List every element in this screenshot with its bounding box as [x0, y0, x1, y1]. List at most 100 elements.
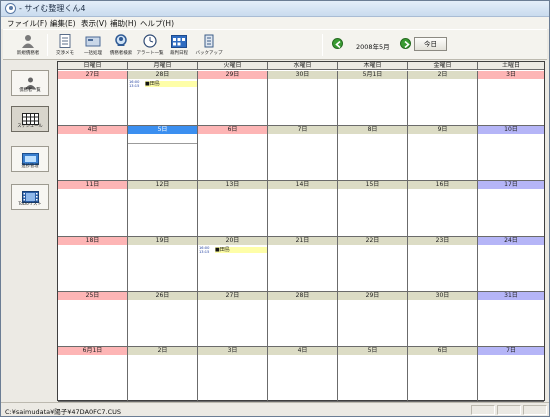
- person-icon: [20, 33, 36, 48]
- weekday-label: 火曜日: [197, 62, 267, 70]
- calendar-date-label: 3日: [198, 347, 267, 355]
- calendar-day-cell[interactable]: 29日: [197, 71, 267, 127]
- calendar-day-cell[interactable]: 2日: [127, 347, 197, 403]
- weekday-header: 日曜日 月曜日 火曜日 水曜日 木曜日 金曜日 土曜日: [58, 62, 544, 70]
- schedule-event[interactable]: 16:00 13:15 ■田島: [198, 246, 267, 254]
- prev-month-button[interactable]: [332, 38, 343, 49]
- event-name: ■田島: [145, 81, 197, 87]
- schedule-event[interactable]: 16:00 13:15 ■田島: [128, 80, 197, 88]
- calendar-day-cell[interactable]: 30日: [267, 71, 337, 127]
- calendar-date-label: 19日: [128, 236, 197, 245]
- title-bar[interactable]: - サイむ整理くん4: [1, 1, 549, 17]
- calendar-day-cell[interactable]: 5月1日: [337, 71, 407, 127]
- weekday-label: 土曜日: [477, 62, 544, 70]
- next-month-button[interactable]: [400, 38, 411, 49]
- app-icon: [5, 3, 16, 14]
- weekday-label: 水曜日: [267, 62, 337, 70]
- calendar-day-cell[interactable]: 14日: [267, 181, 337, 237]
- progress-icon: [22, 150, 39, 165]
- calendar-day-cell[interactable]: 3日: [477, 71, 544, 127]
- calendar-day-cell[interactable]: 15日: [337, 181, 407, 237]
- menu-assist[interactable]: 補助(H): [110, 18, 137, 29]
- calendar-day-cell[interactable]: 8日: [337, 126, 407, 182]
- calendar-date-label: 9日: [408, 126, 477, 135]
- side-schedule-label: スケジュール: [17, 124, 43, 129]
- calendar-day-cell[interactable]: 26日: [127, 291, 197, 347]
- clock-icon: [142, 33, 158, 48]
- calendar-day-cell[interactable]: 3日: [197, 347, 267, 403]
- calendar-day-cell[interactable]: 5日: [337, 347, 407, 403]
- calendar-day-cell[interactable]: 10日: [477, 126, 544, 182]
- calendar-day-cell[interactable]: 18日: [58, 236, 127, 292]
- today-button[interactable]: 今日: [414, 37, 447, 51]
- calendar-day-cell[interactable]: 24日: [477, 236, 544, 292]
- calendar-day-cell[interactable]: 6日: [407, 347, 477, 403]
- calendar-day-cell[interactable]: 4日: [267, 347, 337, 403]
- backup-label: バックアップ: [195, 51, 223, 56]
- menu-file[interactable]: ファイル(F): [7, 18, 47, 29]
- calendar-date-label: 28日: [268, 291, 337, 300]
- calendar-day-cell[interactable]: 5日: [127, 126, 197, 182]
- calendar-day-cell[interactable]: 22日: [337, 236, 407, 292]
- toolbar-separator: [322, 34, 323, 56]
- calendar-day-cell[interactable]: 30日: [407, 291, 477, 347]
- backup-button[interactable]: バックアップ: [194, 31, 224, 59]
- calendar-day-cell[interactable]: 12日: [127, 181, 197, 237]
- calendar-date-label: 12日: [128, 181, 197, 190]
- calendar-day-cell[interactable]: 29日: [337, 291, 407, 347]
- new-debtor-button[interactable]: 新規債務者: [13, 31, 43, 59]
- calendar-date-label: 28日: [128, 71, 197, 79]
- current-month-label: 2008年5月: [356, 43, 390, 51]
- calendar-day-cell[interactable]: 19日: [127, 236, 197, 292]
- event-time: 16:00 13:15: [199, 245, 210, 254]
- calendar-day-cell[interactable]: 4日: [58, 126, 127, 182]
- calendar-date-label: 13日: [198, 181, 267, 190]
- status-pane: [497, 405, 521, 415]
- calendar-day-cell[interactable]: 13日: [197, 181, 267, 237]
- calendar-day-cell[interactable]: 7日: [267, 126, 337, 182]
- weekday-label: 木曜日: [337, 62, 407, 70]
- calendar-date-label: 4日: [268, 347, 337, 355]
- status-pane: [471, 405, 495, 415]
- calendar-day-cell[interactable]: 20日 16:00 13:15 ■田島: [197, 236, 267, 292]
- calendar-day-cell[interactable]: 27日: [58, 71, 127, 127]
- calendar-date-label: 4日: [58, 126, 127, 135]
- calendar-day-cell[interactable]: 11日: [58, 181, 127, 237]
- batch-icon: [85, 33, 101, 47]
- film-list-icon: [22, 188, 39, 203]
- calendar-day-cell[interactable]: 31日: [477, 291, 544, 347]
- event-name: ■田島: [215, 246, 267, 253]
- calendar-date-label: 29日: [198, 71, 267, 79]
- side-schedule-button[interactable]: スケジュール: [11, 106, 49, 132]
- calendar-day-cell[interactable]: 28日 16:00 13:15 ■田島: [127, 71, 197, 127]
- calendar-day-cell[interactable]: 25日: [58, 291, 127, 347]
- status-pane: [523, 405, 547, 415]
- schedule-icon: [22, 110, 39, 125]
- calendar-day-cell[interactable]: 2日: [407, 71, 477, 127]
- side-todo-list-button[interactable]: ToDoリスト: [11, 184, 49, 210]
- calendar-day-cell[interactable]: 6日: [197, 126, 267, 182]
- calendar-day-cell[interactable]: 28日: [267, 291, 337, 347]
- calendar-date-label: 5日: [128, 126, 197, 135]
- side-debtor-list-button[interactable]: 債務者一覧: [11, 70, 49, 96]
- status-bar: C:¥saimudata¥陽子¥47DA0FC7.CUS: [1, 402, 549, 416]
- calendar-day-cell[interactable]: 17日: [477, 181, 544, 237]
- menu-view[interactable]: 表示(V): [81, 18, 107, 29]
- backup-icon: [201, 33, 217, 48]
- calendar-bars-icon: [171, 33, 187, 48]
- side-progress-button[interactable]: 進捗管理: [11, 146, 49, 172]
- menu-edit[interactable]: 編集(E): [50, 18, 76, 29]
- calendar-day-cell[interactable]: 6月1日: [58, 347, 127, 403]
- calendar-day-cell[interactable]: 21日: [267, 236, 337, 292]
- calendar-day-cell[interactable]: 16日: [407, 181, 477, 237]
- calendar-day-cell[interactable]: 7日: [477, 347, 544, 403]
- calendar-date-label: 2日: [408, 71, 477, 79]
- menu-help[interactable]: ヘルプ(H): [140, 18, 174, 29]
- search-icon: [113, 33, 129, 47]
- calendar-date-label: 16日: [408, 181, 477, 190]
- calendar-day-cell[interactable]: 23日: [407, 236, 477, 292]
- calendar-date-label: 21日: [268, 236, 337, 245]
- calendar-date-label: 11日: [58, 181, 127, 190]
- calendar-day-cell[interactable]: 27日: [197, 291, 267, 347]
- calendar-day-cell[interactable]: 9日: [407, 126, 477, 182]
